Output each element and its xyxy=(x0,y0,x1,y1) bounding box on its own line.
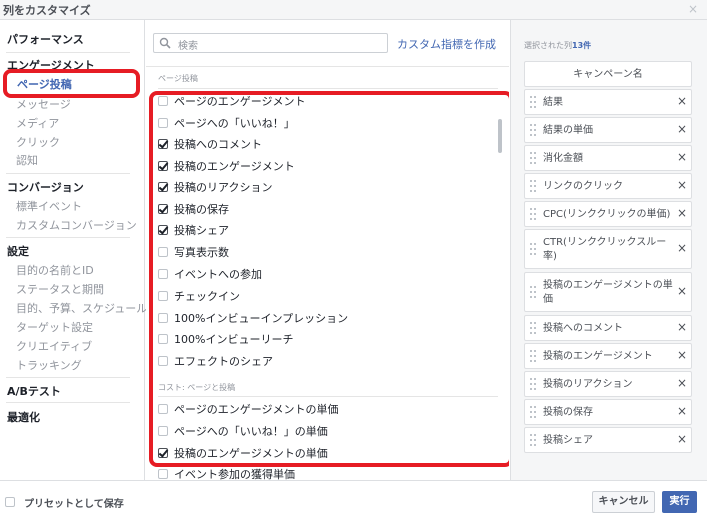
highlight-annotation xyxy=(3,69,140,98)
drag-handle-icon[interactable] xyxy=(530,378,536,390)
section-label-page-posts: ページ投稿 xyxy=(158,74,198,83)
selected-column[interactable]: 投稿のエンゲージメント × xyxy=(524,343,692,369)
selected-column[interactable]: リンクのクリック × xyxy=(524,173,692,199)
run-button[interactable]: 実行 xyxy=(662,491,697,513)
selected-column[interactable]: 結果の単価 × xyxy=(524,117,692,143)
column-label: 投稿の保存 xyxy=(543,407,593,418)
selected-column[interactable]: 投稿へのコメント × xyxy=(524,315,692,341)
remove-icon[interactable]: × xyxy=(677,150,687,164)
drag-handle-icon[interactable] xyxy=(530,350,536,362)
selected-column[interactable]: 投稿シェア × xyxy=(524,427,692,453)
selected-column-fixed: キャンペーン名 xyxy=(524,61,692,87)
column-label: CTR(リンククリックスルー率) xyxy=(543,237,667,262)
selected-column[interactable]: 結果 × xyxy=(524,89,692,115)
save-preset-checkbox[interactable] xyxy=(5,497,15,507)
sidebar-heading-ab-test[interactable]: A/Bテスト xyxy=(7,383,61,399)
drag-handle-icon[interactable] xyxy=(530,180,536,192)
column-label: 投稿のエンゲージメントの単価 xyxy=(543,280,673,305)
drag-handle-icon[interactable] xyxy=(530,124,536,136)
sidebar-divider xyxy=(6,402,130,403)
drag-handle-icon[interactable] xyxy=(530,406,536,418)
column-label: CPC(リンククリックの単価) xyxy=(543,209,671,220)
column-label: 投稿のリアクション xyxy=(543,379,633,390)
sidebar-item-targeting[interactable]: ターゲット設定 xyxy=(16,319,93,335)
category-sidebar: パフォーマンス エンゲージメント ページ投稿 メッセージ メディア クリック 認… xyxy=(0,20,147,480)
section-divider xyxy=(158,88,498,89)
sidebar-item-creative[interactable]: クリエイティブ xyxy=(16,338,92,354)
selected-column[interactable]: 投稿の保存 × xyxy=(524,399,692,425)
selected-columns-panel: 選択された列13件 キャンペーン名 結果 × 結果の単価 × 消化金額 × リン… xyxy=(510,20,707,480)
sidebar-heading-conversions[interactable]: コンバージョン xyxy=(7,179,84,195)
highlight-annotation xyxy=(149,91,509,467)
column-label: 結果 xyxy=(543,97,563,108)
sidebar-item-standard-events[interactable]: 標準イベント xyxy=(16,198,82,214)
remove-icon[interactable]: × xyxy=(677,320,687,334)
selected-columns-heading: 選択された列13件 xyxy=(524,40,591,51)
sidebar-item-clicks[interactable]: クリック xyxy=(16,134,60,150)
remove-icon[interactable]: × xyxy=(677,94,687,108)
sidebar-item-custom-conversions[interactable]: カスタムコンバージョン xyxy=(16,217,137,233)
create-custom-metric-link[interactable]: カスタム指標を作成 xyxy=(397,36,496,52)
selected-heading-text: 選択された列 xyxy=(524,41,572,50)
remove-icon[interactable]: × xyxy=(677,404,687,418)
sidebar-item-status-and-duration[interactable]: ステータスと期間 xyxy=(16,281,104,297)
sidebar-item-tracking[interactable]: トラッキング xyxy=(16,357,82,373)
drag-handle-icon[interactable] xyxy=(530,286,536,298)
drag-handle-icon[interactable] xyxy=(530,243,536,255)
sidebar-heading-optimization[interactable]: 最適化 xyxy=(7,409,40,425)
selected-count: 13件 xyxy=(572,41,592,50)
selected-column[interactable]: 投稿のエンゲージメントの単価 × xyxy=(524,272,692,312)
cancel-button[interactable]: キャンセル xyxy=(592,491,655,513)
sidebar-item-messages[interactable]: メッセージ xyxy=(16,96,71,112)
remove-icon[interactable]: × xyxy=(677,206,687,220)
scrollbar-thumb[interactable] xyxy=(498,119,502,153)
column-label: 結果の単価 xyxy=(543,125,593,136)
metric-label: イベント参加の獲得単価 xyxy=(174,468,295,480)
column-label: 投稿のエンゲージメント xyxy=(543,351,653,362)
sidebar-divider xyxy=(6,52,130,53)
selected-column[interactable]: CTR(リンククリックスルー率) × xyxy=(524,229,692,269)
search-icon xyxy=(159,37,171,49)
sidebar-heading-settings[interactable]: 設定 xyxy=(7,243,29,259)
remove-icon[interactable]: × xyxy=(677,122,687,136)
sidebar-item-media[interactable]: メディア xyxy=(16,115,59,131)
drag-handle-icon[interactable] xyxy=(530,322,536,334)
selected-column[interactable]: 投稿のリアクション × xyxy=(524,371,692,397)
sidebar-divider xyxy=(6,377,130,378)
remove-icon[interactable]: × xyxy=(677,241,687,255)
selected-column[interactable]: 消化金額 × xyxy=(524,145,692,171)
remove-icon[interactable]: × xyxy=(677,432,687,446)
dialog-footer: プリセットとして保存 キャンセル 実行 xyxy=(0,480,707,520)
remove-icon[interactable]: × xyxy=(677,348,687,362)
dialog-titlebar: 列をカスタマイズ × xyxy=(0,0,707,20)
drag-handle-icon[interactable] xyxy=(530,152,536,164)
save-preset-label[interactable]: プリセットとして保存 xyxy=(24,495,124,510)
drag-handle-icon[interactable] xyxy=(530,96,536,108)
remove-icon[interactable]: × xyxy=(677,284,687,298)
sidebar-item-objective-budget-schedule[interactable]: 目的、予算、スケジュール xyxy=(16,300,147,316)
checkbox[interactable] xyxy=(158,469,168,479)
search-input[interactable]: 検索 xyxy=(153,33,388,53)
column-label: 消化金額 xyxy=(543,153,583,164)
sidebar-item-awareness[interactable]: 認知 xyxy=(16,152,38,168)
metrics-list: ページ投稿 ページのエンゲージメント ページへの「いいね！」 投稿へのコメント … xyxy=(146,67,509,480)
remove-icon[interactable]: × xyxy=(677,376,687,390)
sidebar-divider xyxy=(6,237,130,238)
search-placeholder: 検索 xyxy=(178,41,198,52)
drag-handle-icon[interactable] xyxy=(530,434,536,446)
close-icon[interactable]: × xyxy=(688,2,698,16)
dialog-title: 列をカスタマイズ xyxy=(3,4,91,17)
column-label: 投稿シェア xyxy=(543,435,593,446)
column-label: キャンペーン名 xyxy=(573,69,643,80)
drag-handle-icon[interactable] xyxy=(530,208,536,220)
sidebar-heading-performance[interactable]: パフォーマンス xyxy=(7,31,84,47)
metric-row[interactable]: イベント参加の獲得単価 xyxy=(158,465,295,480)
selected-column[interactable]: CPC(リンククリックの単価) × xyxy=(524,201,692,227)
remove-icon[interactable]: × xyxy=(677,178,687,192)
sidebar-item-name-and-id[interactable]: 目的の名前とID xyxy=(16,262,94,278)
column-label: 投稿へのコメント xyxy=(543,323,623,334)
sidebar-divider xyxy=(6,173,130,174)
metrics-list-panel: 検索 カスタム指標を作成 ページ投稿 ページのエンゲージメント ページへの「いい… xyxy=(146,20,509,480)
column-label: リンクのクリック xyxy=(543,181,623,192)
